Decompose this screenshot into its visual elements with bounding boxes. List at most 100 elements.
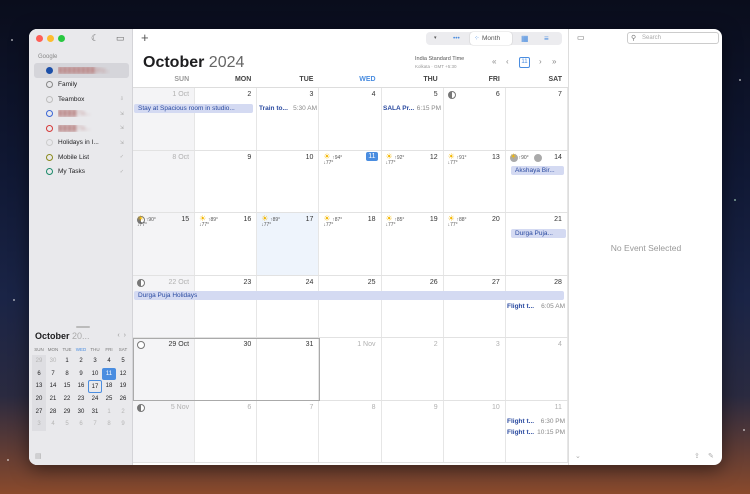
share-icon[interactable]: ⇪	[694, 452, 700, 460]
day-cell[interactable]: 18 ☀ ↑87° ↓77°	[319, 213, 382, 275]
day-cell[interactable]: 19 ☀ ↑85° ↓77°	[382, 213, 444, 275]
mini-day[interactable]: 14	[46, 380, 60, 393]
dropdown-chevron-icon[interactable]: ▾	[434, 32, 437, 45]
panel-toggle-icon[interactable]: ▭	[577, 33, 585, 42]
day-cell[interactable]: 9	[382, 400, 444, 462]
mini-day[interactable]: 22	[60, 393, 74, 406]
calendar-color-dot[interactable]	[46, 168, 53, 176]
mini-day[interactable]: 6	[74, 418, 88, 431]
event-sala[interactable]: SALA Pr... 6:15 PM	[383, 104, 443, 113]
mini-day[interactable]: 26	[116, 393, 130, 406]
calendar-item[interactable]: ████████@g...	[34, 63, 129, 78]
calendar-color-dot[interactable]	[46, 95, 53, 103]
mini-day[interactable]: 28	[46, 406, 60, 419]
day-cell[interactable]: 20 ☀ ↑88° ↓77°	[444, 213, 506, 275]
event-durga-holidays[interactable]: Durga Puja Holidays	[134, 291, 564, 300]
calendar-color-dot[interactable]	[46, 110, 53, 118]
calendar-color-dot[interactable]	[46, 124, 53, 132]
mini-day[interactable]: 29	[60, 406, 74, 419]
timezone-label[interactable]: India Standard Time Kolkata · GMT +5:30	[415, 56, 464, 71]
day-cell[interactable]: 11 ☀ ↑94° ↓77°	[319, 150, 382, 212]
mini-day[interactable]: 16	[74, 380, 88, 393]
close-button[interactable]	[36, 35, 43, 42]
mini-day[interactable]: 8	[102, 418, 116, 431]
mini-day[interactable]: 20	[32, 393, 46, 406]
day-cell[interactable]: 4	[506, 338, 568, 400]
year-view-icon[interactable]: ▦	[521, 32, 529, 45]
mini-day[interactable]: 7	[88, 418, 102, 431]
mini-day[interactable]: 2	[74, 355, 88, 368]
mini-day[interactable]: 24	[88, 393, 102, 406]
event-flight-3[interactable]: Flight t... 10:15 PM	[507, 428, 567, 437]
chevron-left-icon[interactable]: ‹	[506, 57, 509, 66]
day-cell[interactable]: 13 ☀ ↑91° ↓77°	[444, 150, 506, 212]
mini-day[interactable]: 11	[102, 367, 116, 381]
add-event-button[interactable]: +	[141, 30, 149, 45]
day-cell[interactable]: 21	[506, 213, 568, 275]
mini-day[interactable]: 12	[116, 368, 130, 381]
resize-handle[interactable]	[76, 326, 90, 328]
chevron-left-double-icon[interactable]: «	[492, 57, 496, 66]
day-cell[interactable]: 16 ☀ ↑89° ↓77°	[195, 213, 258, 275]
zoom-button[interactable]	[58, 35, 65, 42]
mini-day[interactable]: 1	[60, 355, 74, 368]
more-views-button[interactable]: •••	[453, 32, 460, 45]
day-cell[interactable]: 2	[382, 338, 444, 400]
day-cell[interactable]: 14 ☀ ↑90°	[506, 150, 568, 212]
day-cell[interactable]: 26	[382, 275, 444, 337]
event-durga-puja[interactable]: Durga Puja...	[511, 229, 566, 238]
edit-icon[interactable]: ✎	[708, 452, 714, 460]
day-cell[interactable]: 10	[257, 150, 320, 212]
search-input[interactable]: ⚲ Search	[627, 32, 719, 44]
mini-day[interactable]: 3	[88, 355, 102, 368]
event-stay[interactable]: Stay at Spacious room in studio...	[134, 104, 253, 113]
event-akshaya[interactable]: Akshaya Bir...	[511, 166, 564, 175]
mini-day[interactable]: 7	[46, 368, 60, 381]
mini-day[interactable]: 15	[60, 380, 74, 393]
mini-day[interactable]: 30	[74, 406, 88, 419]
mini-day[interactable]: 8	[60, 368, 74, 381]
mini-day[interactable]: 29	[32, 355, 46, 368]
mini-day[interactable]: 21	[46, 393, 60, 406]
mini-day[interactable]: 23	[74, 393, 88, 406]
collapse-icon[interactable]: ⌄	[575, 452, 581, 460]
calendar-item[interactable]: ████ Ta... ⇲	[34, 121, 129, 136]
day-cell[interactable]: 1 Nov	[319, 338, 382, 400]
calendar-item[interactable]: Family	[34, 78, 129, 93]
mini-next-icon[interactable]: ›	[124, 332, 126, 339]
calendar-item[interactable]: Holidays in I... ⇲	[34, 136, 129, 151]
mini-day[interactable]: 6	[32, 367, 46, 381]
chevron-right-icon[interactable]: ›	[539, 57, 542, 66]
mini-day[interactable]: 13	[32, 380, 46, 394]
mini-day[interactable]: 18	[102, 380, 116, 393]
day-cell[interactable]: 4	[319, 88, 382, 150]
day-cell[interactable]: 1 Oct	[133, 88, 196, 150]
day-cell[interactable]: 8 Oct	[133, 150, 196, 212]
event-train[interactable]: Train to... 5:30 AM	[259, 104, 319, 113]
moon-icon[interactable]: ☾	[91, 33, 99, 44]
mini-day[interactable]: 9	[74, 368, 88, 381]
mini-day[interactable]: 5	[116, 355, 130, 368]
calendar-item[interactable]: Mobile List ✓	[34, 150, 129, 165]
calendar-color-dot[interactable]	[46, 66, 53, 74]
day-cell[interactable]: 7	[506, 88, 568, 150]
mini-day[interactable]: 17	[88, 380, 102, 394]
calendar-item[interactable]: Teambox ⇩	[34, 92, 129, 107]
day-cell[interactable]: 9	[195, 150, 258, 212]
mini-day[interactable]: 30	[46, 355, 60, 368]
list-view-icon[interactable]: ≡	[544, 32, 549, 45]
day-cell[interactable]: 6	[444, 88, 506, 150]
day-cell[interactable]: 12 ☀ ↑92° ↓77°	[382, 150, 444, 212]
mini-day[interactable]: 27	[32, 405, 46, 419]
calendar-item[interactable]: ████ Ta... ⇲	[34, 107, 129, 122]
month-view-button[interactable]: ⁘ Month	[470, 32, 512, 45]
calendar-color-dot[interactable]	[46, 139, 53, 147]
mini-day[interactable]: 1	[102, 406, 116, 419]
day-cell[interactable]: 7	[257, 400, 320, 462]
day-cell[interactable]: 3	[444, 338, 506, 400]
day-cell[interactable]: 23	[195, 275, 258, 337]
calendar-settings-icon[interactable]: ▤	[35, 452, 42, 460]
day-cell[interactable]: 15 ☀ ↑90° ↓77°	[133, 213, 196, 275]
mini-day[interactable]: 31	[88, 406, 102, 419]
minimize-button[interactable]	[47, 35, 54, 42]
